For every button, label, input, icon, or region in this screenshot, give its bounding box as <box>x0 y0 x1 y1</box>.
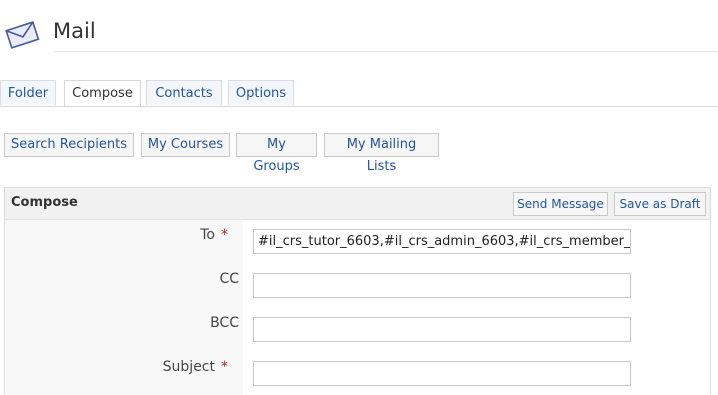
save-as-draft-button[interactable]: Save as Draft <box>614 192 706 216</box>
envelope-icon <box>5 21 40 49</box>
required-marker: * <box>221 359 228 375</box>
subject-field[interactable] <box>253 361 631 386</box>
page-title: Mail <box>53 19 96 43</box>
to-label: To * <box>200 227 228 243</box>
subject-label: Subject * <box>163 359 228 375</box>
cc-field[interactable] <box>253 273 631 298</box>
my-courses-button[interactable]: My Courses <box>141 133 230 157</box>
bcc-label-text: BCC <box>210 315 239 331</box>
to-label-text: To <box>200 227 215 243</box>
tab-folder[interactable]: Folder <box>0 80 56 105</box>
bcc-label: BCC <box>210 315 239 331</box>
tabs-divider <box>0 106 718 107</box>
subject-label-text: Subject <box>162 359 215 375</box>
main-tabs: Folder Compose Contacts Options <box>0 80 718 107</box>
search-recipients-button[interactable]: Search Recipients <box>4 133 134 157</box>
title-divider <box>53 51 718 52</box>
my-groups-button[interactable]: My Groups <box>236 133 317 174</box>
compose-panel-title: Compose <box>11 195 78 210</box>
to-field[interactable]: #il_crs_tutor_6603,#il_crs_admin_6603,#i… <box>253 229 631 254</box>
cc-label-text: CC <box>219 271 239 287</box>
cc-label: CC <box>219 271 239 287</box>
tab-options[interactable]: Options <box>228 80 294 105</box>
bcc-field[interactable] <box>253 317 631 342</box>
send-message-button[interactable]: Send Message <box>513 192 608 216</box>
compose-panel: Compose Send Message Save as Draft To * #… <box>4 187 711 395</box>
compose-panel-header: Compose Send Message Save as Draft <box>5 188 710 220</box>
tab-compose[interactable]: Compose <box>64 80 141 107</box>
page-header: Mail <box>0 0 718 56</box>
required-marker: * <box>221 227 228 243</box>
my-mailing-lists-button[interactable]: My Mailing Lists <box>324 133 439 174</box>
tab-contacts[interactable]: Contacts <box>146 80 222 105</box>
